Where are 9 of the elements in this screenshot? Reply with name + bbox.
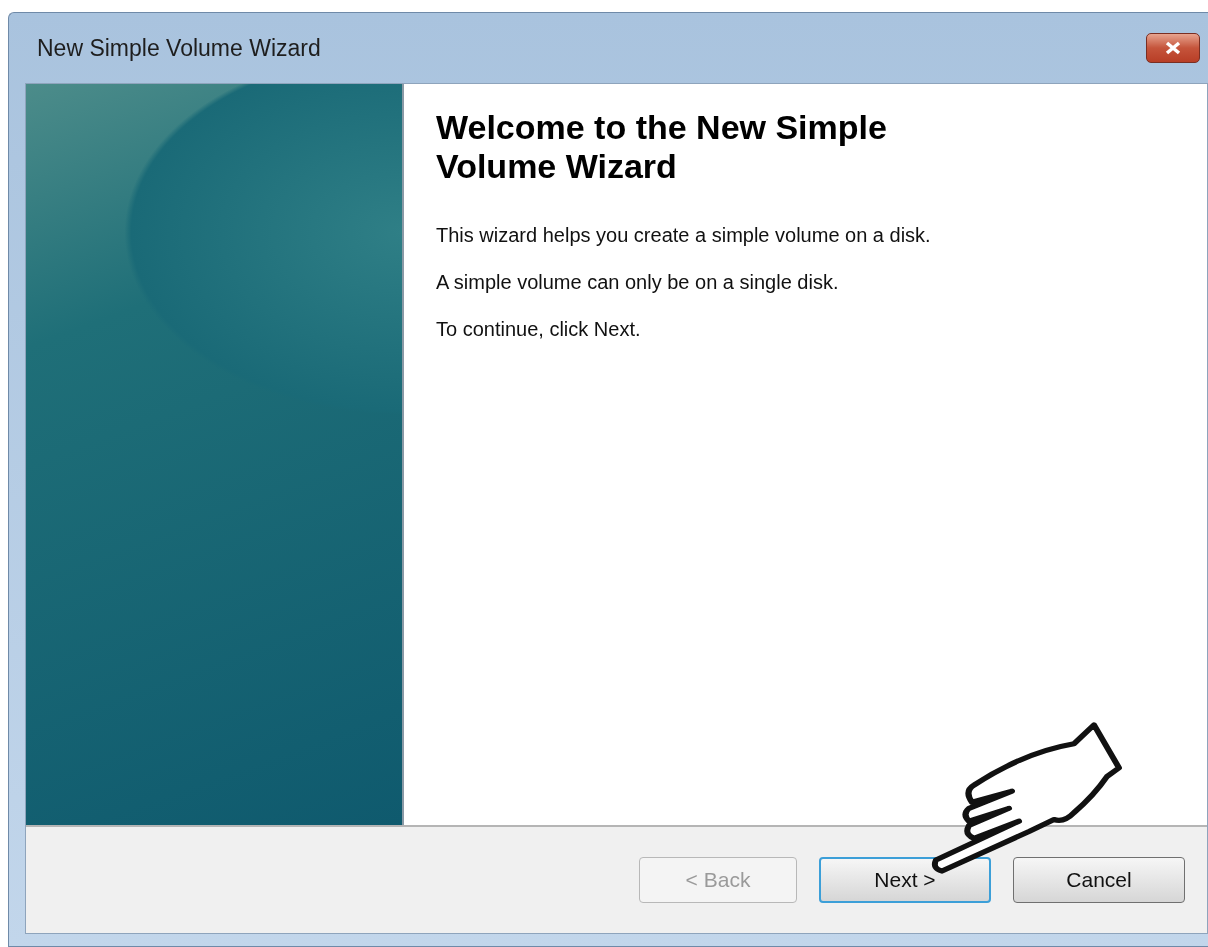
- next-button[interactable]: Next >: [819, 857, 991, 903]
- wizard-heading: Welcome to the New Simple Volume Wizard: [436, 108, 888, 187]
- close-icon: [1164, 41, 1182, 55]
- body-text: A simple volume can only be on a single disk.: [436, 271, 840, 295]
- cancel-button[interactable]: Cancel: [1013, 857, 1185, 903]
- close-button[interactable]: [1146, 33, 1200, 63]
- window-title: New Simple Volume Wizard: [37, 34, 321, 62]
- body-text: This wizard helps you create a simple volume on a disk.: [436, 224, 932, 248]
- body-text: To continue, click Next.: [436, 318, 642, 342]
